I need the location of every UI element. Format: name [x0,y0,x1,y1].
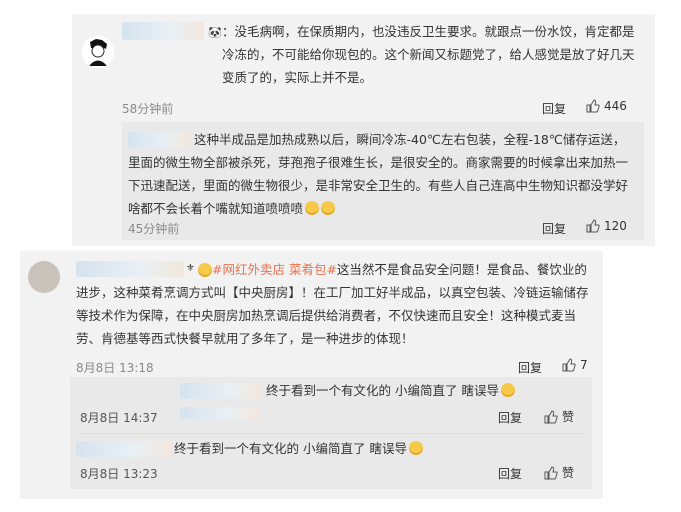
shocked-emoji-icon [305,201,320,215]
like-label: 赞 [562,466,575,480]
username-blurred[interactable] [122,22,204,40]
like-count: 446 [604,99,627,113]
reply-block: 这种半成品是加热成熟以后，瞬间冷冻-40℃左右包装，全程-18℃储存运送，里面的… [122,122,644,240]
comment-time: 8月8日 13:18 [76,361,154,375]
reply-button[interactable]: 回复 [518,359,542,376]
reply-time-blurred [180,407,260,419]
reply-text: 终于看到一个有文化的 小编简直了 瞎误导 [174,437,574,460]
reply-button[interactable]: 回复 [542,220,566,237]
comment-text: ：没毛病啊，在保质期内，也没违反卫生要求。就跟点一份水饺，肯定都是冷冻的，不可能… [222,24,635,85]
reply-time: 45分钟前 [128,222,180,236]
thumb-up-icon [586,219,600,233]
thumb-up-icon [586,99,600,113]
like-count: 7 [580,358,588,372]
reply-text: 终于看到一个有文化的 小编简直了 瞎误导 [266,379,586,402]
topic-tag-link[interactable]: #网红外卖店 菜肴包# [212,262,337,277]
like-button[interactable]: 赞 [544,408,574,425]
like-button[interactable]: 120 [586,219,627,233]
thumb-up-icon [544,409,558,423]
thumb-up-icon [562,358,576,372]
shocked-emoji-icon [321,201,336,215]
reply-text: 这种半成品是加热成熟以后，瞬间冷冻-40℃左右包装，全程-18℃储存运送，里面的… [128,132,629,216]
like-count: 120 [604,219,627,233]
avatar[interactable] [28,261,60,293]
like-label: 赞 [562,410,575,424]
reply-button[interactable]: 回复 [498,465,522,482]
avatar[interactable] [82,36,114,68]
thumb-up-icon [544,465,558,479]
reply-time: 8月8日 13:23 [80,467,158,481]
comment-text: #网红外卖店 菜肴包#这当然不是食品安全问题！是食品、餐饮业的进步，这种菜肴烹调… [76,262,589,346]
like-button[interactable]: 7 [562,358,588,372]
comment-card-top: 🐼 ：没毛病啊，在保质期内，也没违反卫生要求。就跟点一份水饺，肯定都是冷冻的，不… [72,14,655,246]
reply-block: 终于看到一个有文化的 小编简直了 瞎误导 8月8日 14:37 回复 赞 终于看… [70,377,592,489]
comment-time: 58分钟前 [122,102,174,116]
reply-username-blurred[interactable] [76,441,172,457]
grin-emoji-icon [408,441,423,455]
reply-username-blurred[interactable] [180,383,262,399]
grin-emoji-icon [500,383,515,397]
panda-icon: 🐼 [208,26,222,39]
like-button[interactable]: 446 [586,99,627,113]
reply-button[interactable]: 回复 [542,100,566,117]
reply-button[interactable]: 回复 [498,409,522,426]
comment-card-bottom: ⚜ #网红外卖店 菜肴包#这当然不是食品安全问题！是食品、餐饮业的进步，这种菜肴… [20,251,603,499]
reply-divider [78,433,584,434]
reply-time: 8月8日 14:37 [80,411,158,425]
like-button[interactable]: 赞 [544,464,574,481]
